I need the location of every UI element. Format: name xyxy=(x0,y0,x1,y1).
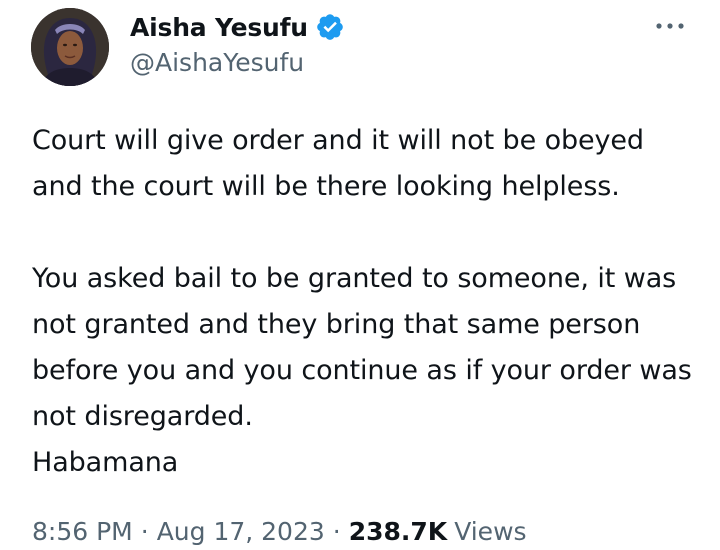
views-label[interactable]: Views xyxy=(454,517,526,546)
author-name-row[interactable]: Aisha Yesufu xyxy=(130,10,345,44)
avatar-image xyxy=(31,8,109,86)
more-options-icon[interactable] xyxy=(654,18,688,34)
tweet-card: Aisha Yesufu @AishaYesufu Court will giv… xyxy=(0,0,720,550)
meta-separator: · xyxy=(332,517,341,546)
meta-separator: · xyxy=(140,517,149,546)
tweet-time[interactable]: 8:56 PM xyxy=(32,517,133,546)
tweet-text: Court will give order and it will not be… xyxy=(32,125,692,478)
tweet-date[interactable]: Aug 17, 2023 xyxy=(157,517,325,546)
verified-badge-icon xyxy=(315,12,345,42)
author-handle[interactable]: @AishaYesufu xyxy=(130,48,304,77)
author-display-name[interactable]: Aisha Yesufu xyxy=(130,13,308,42)
author-avatar[interactable] xyxy=(31,8,109,86)
tweet-metadata: 8:56 PM · Aug 17, 2023 · 238.7K Views xyxy=(32,517,527,546)
views-count: 238.7K xyxy=(348,517,448,546)
